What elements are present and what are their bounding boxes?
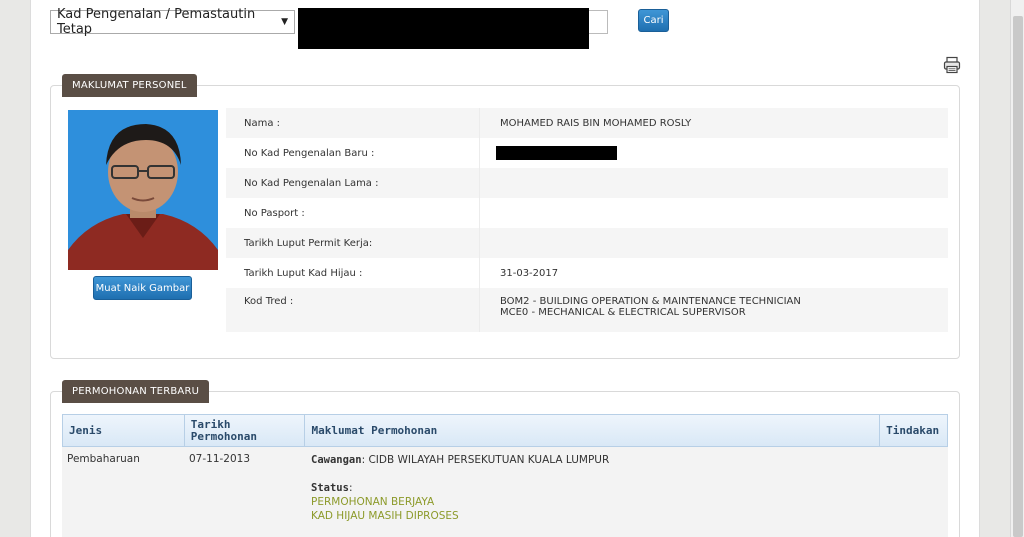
status-colon: : <box>348 482 353 494</box>
info-value-permit <box>480 228 500 258</box>
cell-jenis: Pembaharuan <box>67 453 140 465</box>
header-tarikh[interactable]: Tarikh Permohonan <box>185 415 306 446</box>
chevron-down-icon: ▼ <box>281 17 288 27</box>
status-label: Status <box>311 482 349 494</box>
id-type-selected: Kad Pengenalan / Pemastautin Tetap <box>57 7 256 37</box>
info-label: No Kad Pengenalan Baru : <box>226 138 480 168</box>
info-row-kod-tred: Kod Tred : BOM2 - BUILDING OPERATION & M… <box>226 288 948 332</box>
info-value-kad-hijau: 31-03-2017 <box>500 267 559 279</box>
cawangan-value: : CIDB WILAYAH PERSEKUTUAN KUALA LUMPUR <box>361 454 610 466</box>
status-value: KAD HIJAU MASIH DIPROSES <box>311 510 459 522</box>
cell-tarikh: 07-11-2013 <box>189 453 251 465</box>
info-value-kod-tred: BOM2 - BUILDING OPERATION & MAINTENANCE … <box>480 288 801 332</box>
header-jenis[interactable]: Jenis <box>63 415 185 446</box>
search-button[interactable]: Cari <box>638 9 669 32</box>
info-label: Nama : <box>226 108 480 138</box>
info-label: Tarikh Luput Kad Hijau : <box>226 258 480 288</box>
redaction-block <box>496 146 617 160</box>
profile-photo <box>68 110 218 270</box>
info-label: No Kad Pengenalan Lama : <box>226 168 480 198</box>
info-row-nama: Nama : MOHAMED RAIS BIN MOHAMED ROSLY <box>226 108 948 138</box>
info-row-permit: Tarikh Luput Permit Kerja: <box>226 228 948 258</box>
info-value-ic-lama <box>480 168 500 198</box>
info-row-pasport: No Pasport : <box>226 198 948 228</box>
info-value-pasport <box>480 198 500 228</box>
applications-table: Jenis Tarikh Permohonan Maklumat Permoho… <box>62 414 948 537</box>
redaction-block <box>298 8 589 49</box>
status-line: Status: <box>311 467 881 495</box>
cell-maklumat: Cawangan: CIDB WILAYAH PERSEKUTUAN KUALA… <box>305 447 881 537</box>
personel-section-title: MAKLUMAT PERSONEL <box>62 74 197 97</box>
kod-tred-line: MCE0 - MECHANICAL & ELECTRICAL SUPERVISO… <box>500 307 746 318</box>
header-tarikh-line1: Tarikh <box>190 417 231 431</box>
cawangan-line: Cawangan: CIDB WILAYAH PERSEKUTUAN KUALA… <box>311 453 881 467</box>
kod-tred-line: BOM2 - BUILDING OPERATION & MAINTENANCE … <box>500 296 801 307</box>
scrollbar-thumb[interactable] <box>1013 16 1023 537</box>
id-type-select[interactable]: Kad Pengenalan / Pemastautin Tetap ▼ <box>50 7 295 37</box>
cell-tindakan <box>881 447 948 537</box>
vertical-scrollbar[interactable] <box>1010 0 1024 537</box>
info-label: Kod Tred : <box>226 288 480 332</box>
info-label: No Pasport : <box>226 198 480 228</box>
header-maklumat[interactable]: Maklumat Permohonan <box>305 415 881 446</box>
permohonan-section-title: PERMOHONAN TERBARU <box>62 380 210 403</box>
info-row-kad-hijau: Tarikh Luput Kad Hijau : 31-03-2017 <box>226 258 948 288</box>
header-tindakan[interactable]: Tindakan <box>880 415 947 446</box>
status-value: PERMOHONAN BERJAYA <box>311 496 435 508</box>
upload-photo-button[interactable]: Muat Naik Gambar <box>93 276 192 300</box>
info-row-ic-lama: No Kad Pengenalan Lama : <box>226 168 948 198</box>
info-label: Tarikh Luput Permit Kerja: <box>226 228 480 258</box>
personal-info-table: Nama : MOHAMED RAIS BIN MOHAMED ROSLY No… <box>226 108 948 332</box>
cawangan-label: Cawangan <box>311 454 362 466</box>
table-header: Jenis Tarikh Permohonan Maklumat Permoho… <box>62 414 948 447</box>
table-row: Pembaharuan 07-11-2013 Cawangan: CIDB WI… <box>62 447 948 537</box>
print-icon[interactable] <box>943 56 961 74</box>
info-value-nama: MOHAMED RAIS BIN MOHAMED ROSLY <box>500 117 692 129</box>
header-tarikh-line2: Permohonan <box>190 429 257 443</box>
